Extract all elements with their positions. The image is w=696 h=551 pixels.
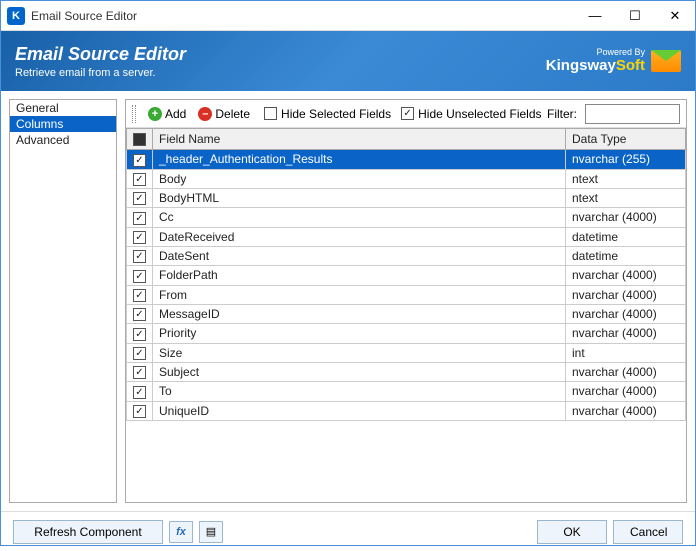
row-checkbox[interactable]: ✓ — [133, 212, 146, 225]
table-row[interactable]: ✓ DateSentdatetime — [127, 246, 686, 265]
expression-button[interactable]: fx — [169, 521, 193, 543]
field-name-cell[interactable]: Priority — [153, 324, 566, 343]
toolbar-grip — [132, 105, 136, 123]
sidebar-item-columns[interactable]: Columns — [10, 116, 116, 132]
documentation-button[interactable]: ▤ — [199, 521, 223, 543]
window-title: Email Source Editor — [31, 9, 575, 23]
row-checkbox[interactable]: ✓ — [133, 270, 146, 283]
minimize-button[interactable]: — — [575, 1, 615, 31]
data-type-cell[interactable]: nvarchar (4000) — [566, 304, 686, 323]
close-button[interactable]: ✕ — [655, 1, 695, 31]
table-row[interactable]: ✓ Bodyntext — [127, 169, 686, 188]
data-type-cell[interactable]: int — [566, 343, 686, 362]
field-name-cell[interactable]: UniqueID — [153, 401, 566, 420]
field-name-cell[interactable]: DateReceived — [153, 227, 566, 246]
data-type-cell[interactable]: nvarchar (4000) — [566, 401, 686, 420]
row-checkbox[interactable]: ✓ — [133, 289, 146, 302]
titlebar: K Email Source Editor — ☐ ✕ — [1, 1, 695, 31]
data-type-cell[interactable]: nvarchar (255) — [566, 150, 686, 169]
data-type-cell[interactable]: nvarchar (4000) — [566, 324, 686, 343]
header-subtitle: Retrieve email from a server. — [15, 67, 186, 79]
checkbox-icon: ✓ — [401, 107, 414, 120]
field-name-cell[interactable]: Body — [153, 169, 566, 188]
data-type-cell[interactable]: datetime — [566, 227, 686, 246]
row-checkbox[interactable]: ✓ — [133, 192, 146, 205]
field-name-cell[interactable]: FolderPath — [153, 266, 566, 285]
data-type-cell[interactable]: nvarchar (4000) — [566, 208, 686, 227]
field-name-cell[interactable]: From — [153, 285, 566, 304]
table-row[interactable]: ✓ Prioritynvarchar (4000) — [127, 324, 686, 343]
toolbar: + Add – Delete Hide Selected Fields ✓ Hi… — [126, 100, 686, 128]
row-checkbox[interactable]: ✓ — [133, 405, 146, 418]
add-icon: + — [148, 107, 162, 121]
select-all-checkbox[interactable] — [133, 133, 146, 146]
data-type-cell[interactable]: nvarchar (4000) — [566, 362, 686, 381]
table-row[interactable]: ✓ Ccnvarchar (4000) — [127, 208, 686, 227]
table-row[interactable]: ✓ Fromnvarchar (4000) — [127, 285, 686, 304]
data-type-cell[interactable]: ntext — [566, 188, 686, 207]
field-name-cell[interactable]: Size — [153, 343, 566, 362]
row-checkbox[interactable]: ✓ — [133, 386, 146, 399]
field-name-cell[interactable]: _header_Authentication_Results — [153, 150, 566, 169]
refresh-component-button[interactable]: Refresh Component — [13, 520, 163, 544]
field-name-cell[interactable]: Subject — [153, 362, 566, 381]
sidebar-item-advanced[interactable]: Advanced — [10, 132, 116, 148]
data-type-cell[interactable]: nvarchar (4000) — [566, 285, 686, 304]
maximize-button[interactable]: ☐ — [615, 1, 655, 31]
content-panel: + Add – Delete Hide Selected Fields ✓ Hi… — [125, 99, 687, 503]
row-checkbox[interactable]: ✓ — [133, 366, 146, 379]
data-type-cell[interactable]: nvarchar (4000) — [566, 382, 686, 401]
field-name-cell[interactable]: MessageID — [153, 304, 566, 323]
doc-icon: ▤ — [206, 525, 216, 538]
row-checkbox[interactable]: ✓ — [133, 308, 146, 321]
envelope-icon — [651, 50, 681, 72]
field-name-cell[interactable]: To — [153, 382, 566, 401]
fx-icon: fx — [176, 526, 186, 538]
row-checkbox[interactable]: ✓ — [133, 154, 146, 167]
add-button[interactable]: + Add — [144, 105, 190, 123]
app-icon: K — [7, 7, 25, 25]
data-type-cell[interactable]: datetime — [566, 246, 686, 265]
data-type-cell[interactable]: nvarchar (4000) — [566, 266, 686, 285]
sidebar: GeneralColumnsAdvanced — [9, 99, 117, 503]
row-checkbox[interactable]: ✓ — [133, 173, 146, 186]
filter-input[interactable] — [585, 104, 680, 124]
header-banner: Email Source Editor Retrieve email from … — [1, 31, 695, 91]
fields-grid[interactable]: Field Name Data Type ✓ _header_Authentica… — [126, 128, 686, 502]
table-row[interactable]: ✓ Tonvarchar (4000) — [127, 382, 686, 401]
filter-label: Filter: — [547, 107, 577, 121]
checkbox-icon — [264, 107, 277, 120]
sidebar-item-general[interactable]: General — [10, 100, 116, 116]
select-all-header[interactable] — [127, 129, 153, 150]
table-row[interactable]: ✓ MessageIDnvarchar (4000) — [127, 304, 686, 323]
delete-icon: – — [198, 107, 212, 121]
data-type-header[interactable]: Data Type — [566, 129, 686, 150]
field-name-header[interactable]: Field Name — [153, 129, 566, 150]
brand-logo: Powered By KingswaySoft — [546, 48, 681, 74]
table-row[interactable]: ✓ UniqueIDnvarchar (4000) — [127, 401, 686, 420]
table-row[interactable]: ✓ Subjectnvarchar (4000) — [127, 362, 686, 381]
table-row[interactable]: ✓ _header_Authentication_Resultsnvarchar … — [127, 150, 686, 169]
field-name-cell[interactable]: DateSent — [153, 246, 566, 265]
data-type-cell[interactable]: ntext — [566, 169, 686, 188]
delete-button[interactable]: – Delete — [194, 105, 254, 123]
footer: Refresh Component fx ▤ OK Cancel — [1, 511, 695, 551]
header-title: Email Source Editor — [15, 44, 186, 65]
table-row[interactable]: ✓ Sizeint — [127, 343, 686, 362]
hide-selected-checkbox[interactable]: Hide Selected Fields — [264, 107, 391, 121]
table-row[interactable]: ✓ FolderPathnvarchar (4000) — [127, 266, 686, 285]
row-checkbox[interactable]: ✓ — [133, 328, 146, 341]
table-row[interactable]: ✓ BodyHTMLntext — [127, 188, 686, 207]
field-name-cell[interactable]: Cc — [153, 208, 566, 227]
table-row[interactable]: ✓ DateReceiveddatetime — [127, 227, 686, 246]
cancel-button[interactable]: Cancel — [613, 520, 683, 544]
ok-button[interactable]: OK — [537, 520, 607, 544]
field-name-cell[interactable]: BodyHTML — [153, 188, 566, 207]
row-checkbox[interactable]: ✓ — [133, 250, 146, 263]
row-checkbox[interactable]: ✓ — [133, 231, 146, 244]
hide-unselected-checkbox[interactable]: ✓ Hide Unselected Fields — [401, 107, 541, 121]
row-checkbox[interactable]: ✓ — [133, 347, 146, 360]
